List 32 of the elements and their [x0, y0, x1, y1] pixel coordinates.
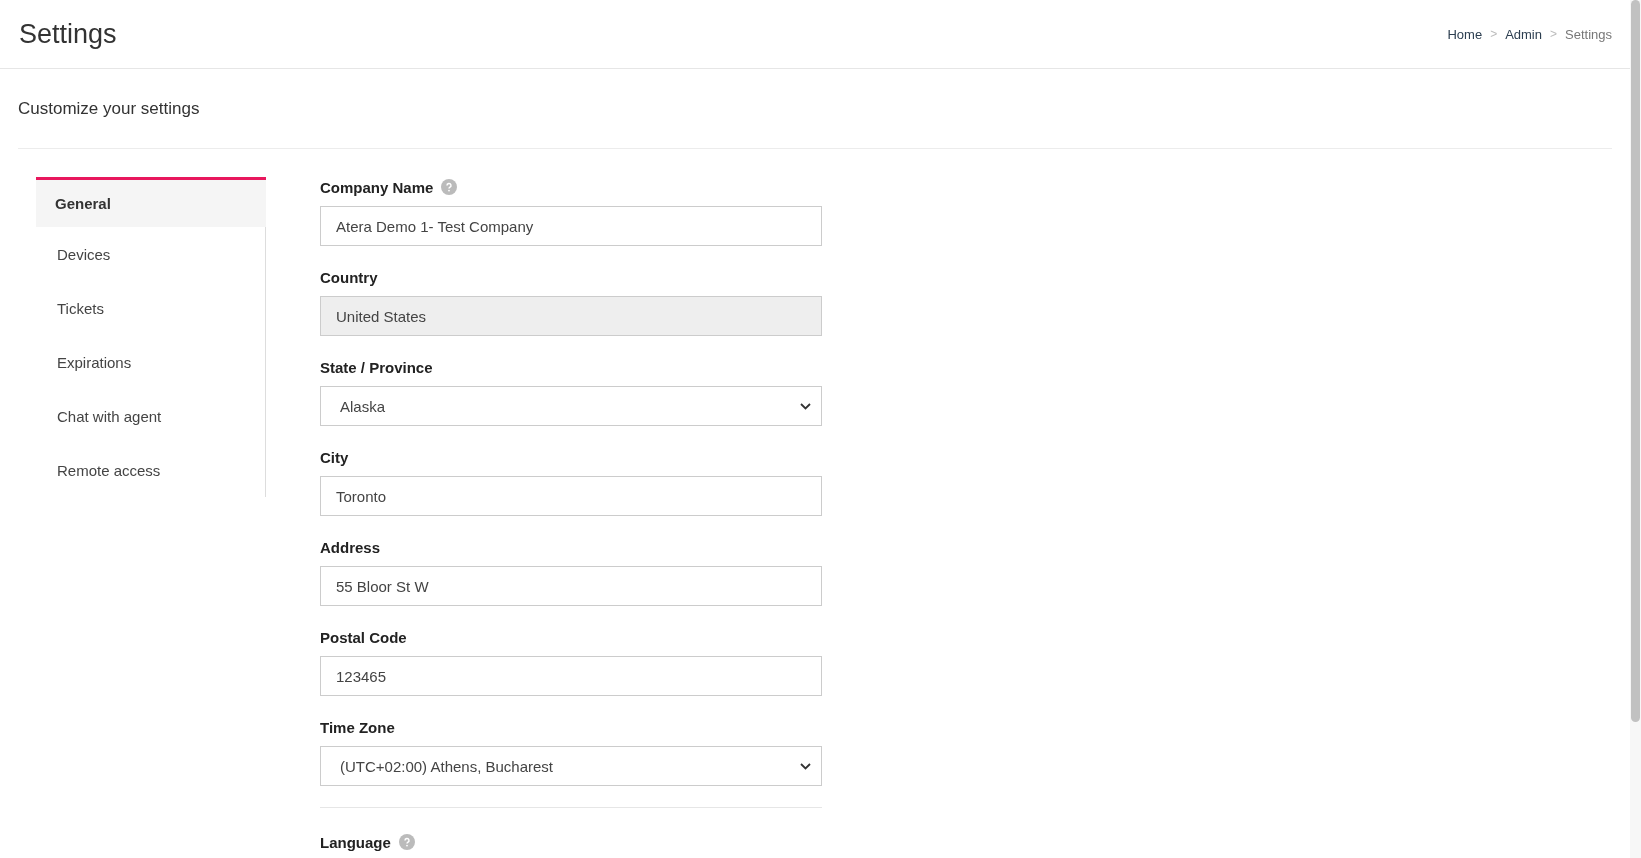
sidebar-tab[interactable]: Expirations — [36, 335, 265, 389]
sidebar-tab[interactable]: General — [36, 177, 266, 227]
field-label: State / Province — [320, 358, 433, 376]
dropdown-field[interactable]: (UTC+02:00) Athens, Bucharest — [320, 746, 822, 786]
input-field[interactable]: Toronto — [320, 476, 822, 516]
help-icon[interactable] — [441, 179, 458, 195]
breadcrumb-link[interactable]: Home — [1447, 26, 1483, 42]
field-label: City — [320, 448, 349, 466]
chevron-down-icon — [800, 402, 811, 410]
sidebar-tab[interactable]: Remote access — [36, 443, 265, 497]
sidebar-tab[interactable]: Devices — [36, 227, 265, 281]
scrollbar-thumb[interactable] — [1631, 0, 1640, 722]
breadcrumb-separator: > — [1550, 27, 1557, 41]
input-field[interactable]: Atera Demo 1- Test Company — [320, 206, 822, 246]
field-label: Language — [320, 833, 391, 851]
field-label: Company Name — [320, 178, 434, 196]
section-subtitle: Customize your settings — [18, 99, 200, 118]
breadcrumb-link[interactable]: Settings — [1565, 26, 1612, 42]
breadcrumb-link[interactable]: Admin — [1505, 26, 1542, 42]
field-label: Time Zone — [320, 718, 395, 736]
dropdown-field[interactable]: Alaska — [320, 386, 822, 426]
input-field[interactable]: 123465 — [320, 656, 822, 696]
input-field[interactable]: 55 Bloor St W — [320, 566, 822, 606]
chevron-down-icon — [800, 762, 811, 770]
breadcrumb-separator: > — [1490, 27, 1498, 41]
field-label: Address — [320, 538, 381, 556]
page-title: Settings — [19, 18, 117, 50]
sidebar-tab[interactable]: Tickets — [36, 281, 265, 335]
sidebar-tab[interactable]: Chat with agent — [36, 389, 265, 443]
help-icon[interactable] — [398, 834, 415, 850]
field-label: Country — [320, 268, 378, 286]
field-label: Postal Code — [320, 628, 407, 646]
